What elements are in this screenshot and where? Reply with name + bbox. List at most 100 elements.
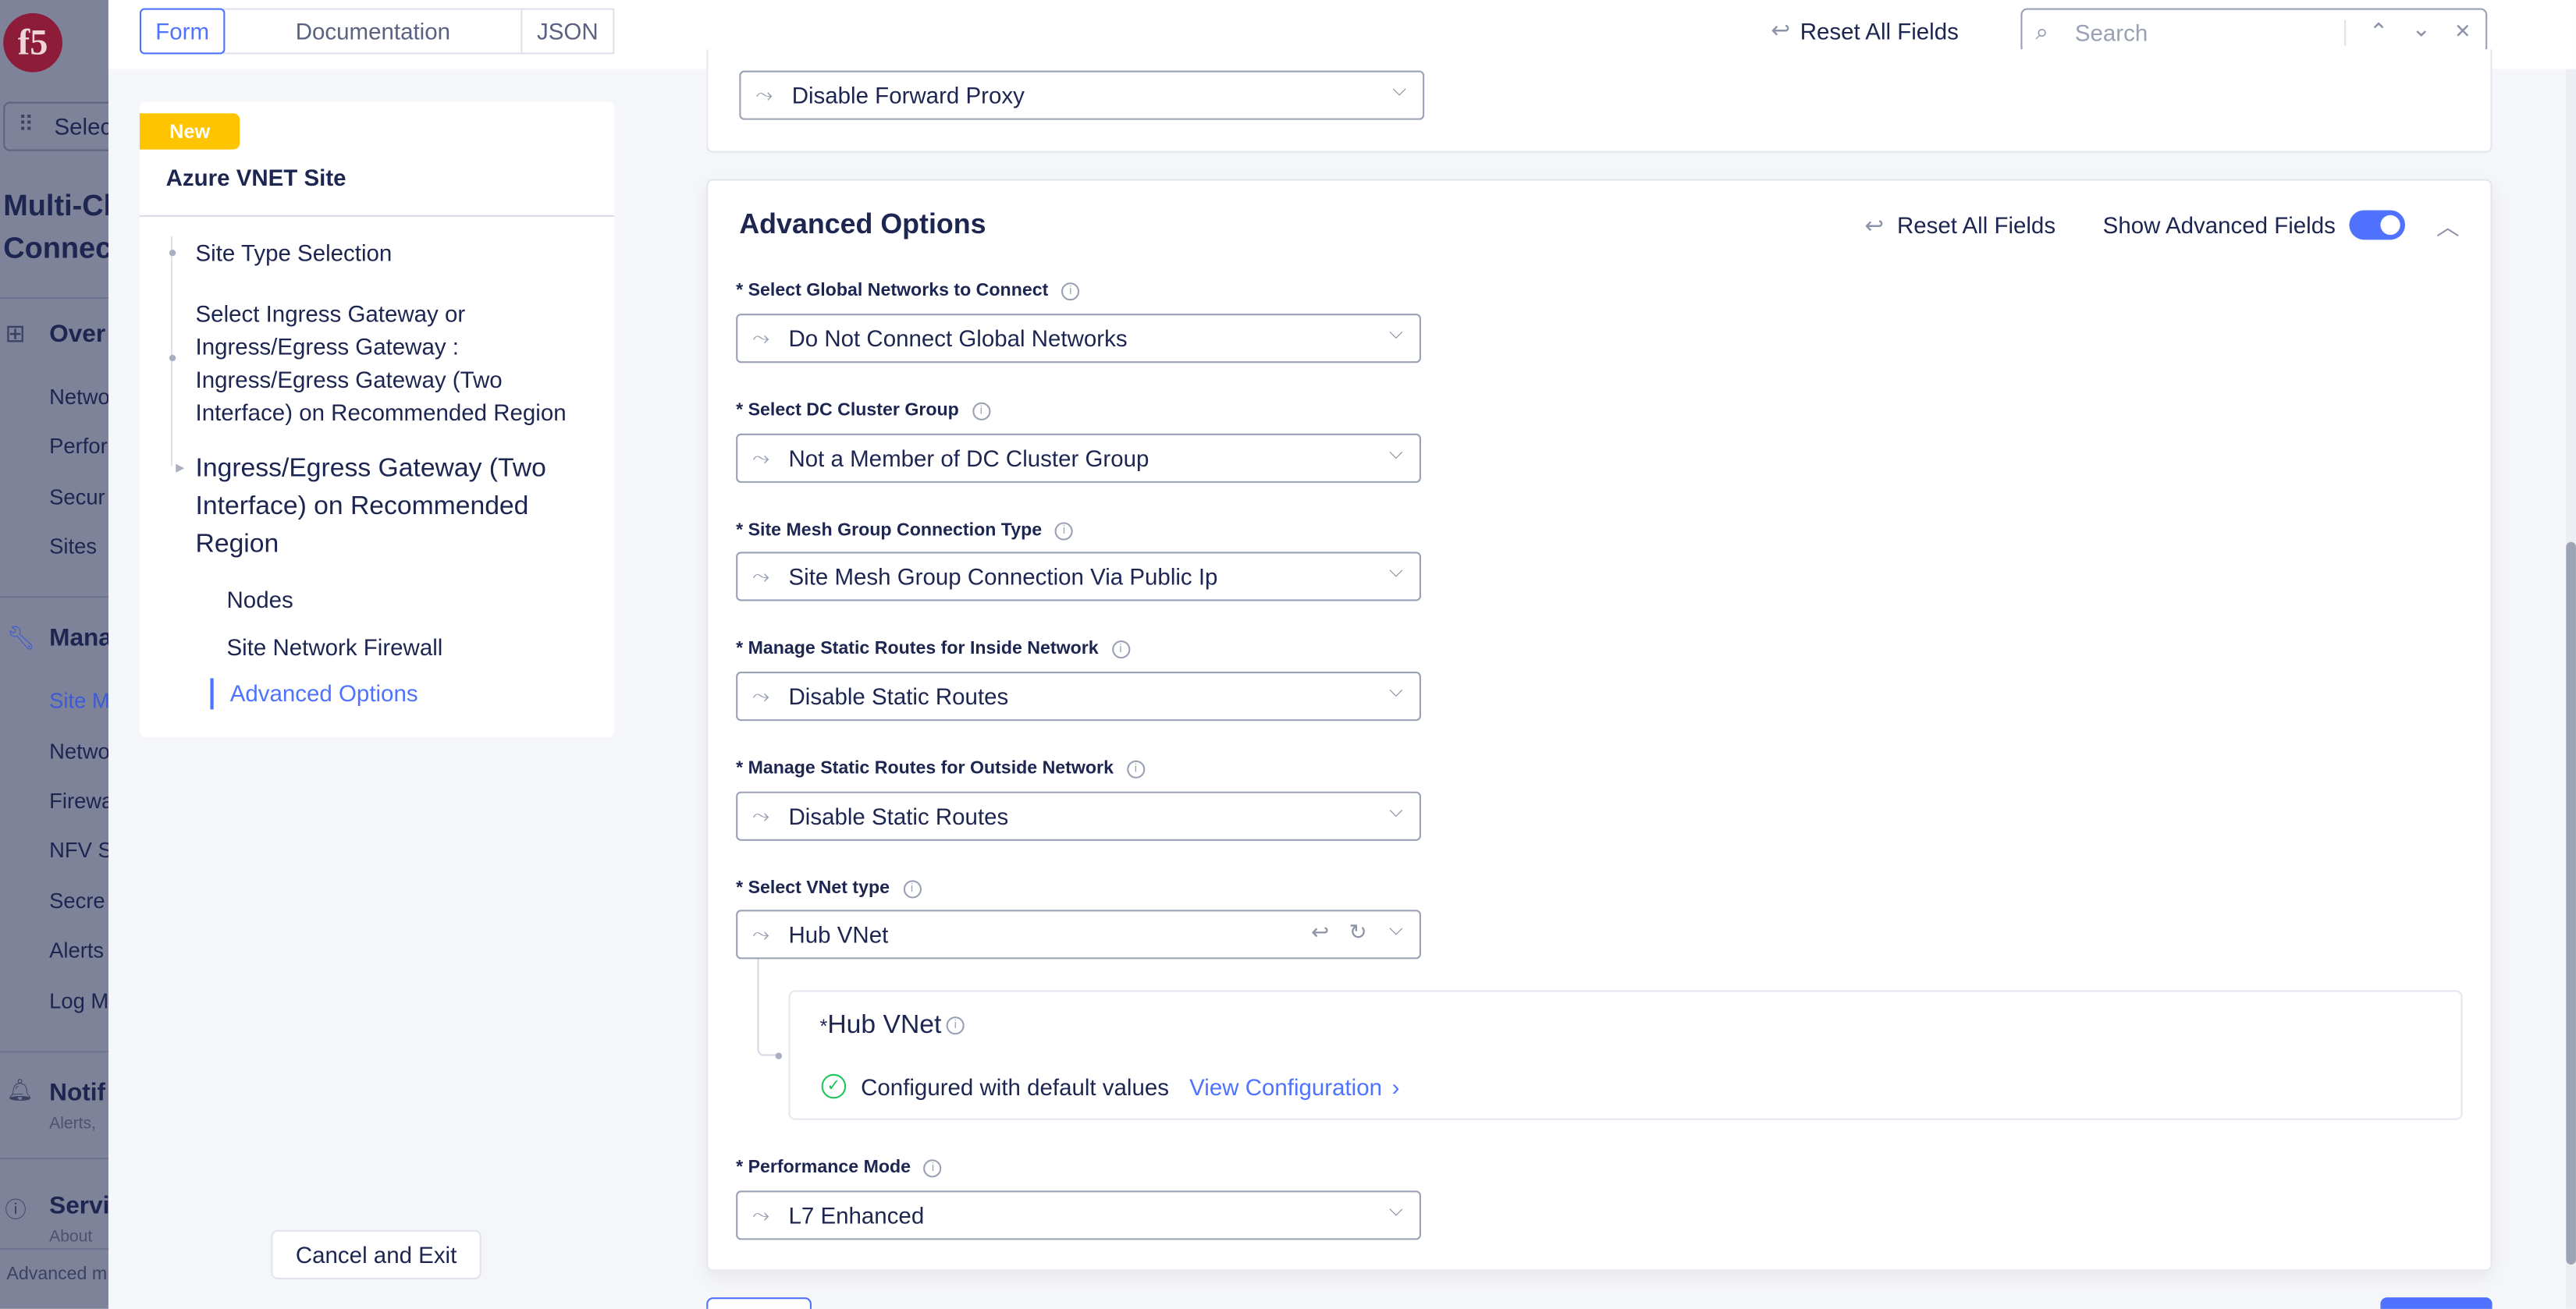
info-icon[interactable]: i xyxy=(1061,282,1080,300)
sidebar-section-notifications: Notif xyxy=(49,1079,106,1107)
vnet-type-select[interactable]: ⤳ Hub VNet ↩ ↻ ⌵ xyxy=(736,910,1421,960)
show-advanced-label: Show Advanced Fields xyxy=(2102,211,2336,239)
next-match-icon[interactable]: ⌄ xyxy=(2411,15,2431,43)
background-sidebar: f5 ⠿ Selec Multi-Cl Connec ⊞ Over Netwo … xyxy=(0,0,108,1309)
select-value: Do Not Connect Global Networks xyxy=(788,325,1128,352)
field-label-vnet-type: * Select VNet type i xyxy=(736,878,922,899)
sidebar-subtitle: Alerts, xyxy=(49,1115,96,1133)
hub-status-text: Configured with default values xyxy=(861,1073,1169,1101)
branch-icon: ⤳ xyxy=(752,921,770,946)
undo-icon: ↩ xyxy=(1771,16,1791,43)
nav-step-current[interactable]: Ingress/Egress Gateway (Two Interface) o… xyxy=(196,450,590,563)
chevron-down-icon: ⌵ xyxy=(1389,919,1403,940)
sidebar-item: Perfor xyxy=(49,433,108,459)
reset-all-fields-top-button[interactable]: ↩ Reset All Fields xyxy=(1771,16,1958,44)
branch-icon: ⤳ xyxy=(752,1202,770,1227)
sidebar-subtitle: About xyxy=(49,1228,93,1247)
select-value: Site Mesh Group Connection Via Public Ip xyxy=(788,563,1218,590)
field-label-inside-routes: * Manage Static Routes for Inside Networ… xyxy=(736,639,1130,658)
branch-icon: ⤳ xyxy=(752,325,770,350)
select-value: Disable Forward Proxy xyxy=(791,82,1025,108)
nav-step-gateway-selection[interactable]: Select Ingress Gateway or Ingress/Egress… xyxy=(196,297,590,428)
global-networks-select[interactable]: ⤳ Do Not Connect Global Networks ⌵ xyxy=(736,314,1421,364)
sidebar-item: Secur xyxy=(49,484,105,509)
view-configuration-link[interactable]: View Configuration › xyxy=(1189,1074,1399,1101)
info-icon[interactable]: i xyxy=(1111,640,1130,658)
sidebar-footer: Advanced m xyxy=(6,1265,108,1285)
select-value: Hub VNet xyxy=(788,921,889,948)
branch-icon: ⤳ xyxy=(752,683,770,708)
field-label-site-mesh: * Site Mesh Group Connection Type i xyxy=(736,520,1074,541)
field-label-dc-cluster: * Select DC Cluster Group i xyxy=(736,401,990,420)
search-input[interactable] xyxy=(2071,16,2375,50)
field-label-outside-routes: * Manage Static Routes for Outside Netwo… xyxy=(736,759,1145,779)
branch-icon: ⤳ xyxy=(755,82,773,107)
tab-documentation[interactable]: Documentation xyxy=(223,8,523,55)
info-icon[interactable]: i xyxy=(1054,521,1074,540)
wrench-icon: 🔧︎ xyxy=(6,623,36,651)
previous-match-icon[interactable]: ⌃ xyxy=(2369,18,2389,46)
site-mesh-select[interactable]: ⤳ Site Mesh Group Connection Via Public I… xyxy=(736,552,1421,601)
branch-icon: ⤳ xyxy=(752,803,770,828)
select-value: Disable Static Routes xyxy=(788,803,1009,830)
chevron-down-icon: ⌵ xyxy=(1389,681,1403,701)
select-label: Selec xyxy=(54,113,108,140)
bell-icon: 🔔︎ xyxy=(6,1077,34,1102)
info-icon[interactable]: i xyxy=(1126,759,1145,779)
dc-cluster-select[interactable]: ⤳ Not a Member of DC Cluster Group ⌵ xyxy=(736,433,1421,483)
nav-sub-nodes[interactable]: Nodes xyxy=(227,587,293,613)
inside-routes-select[interactable]: ⤳ Disable Static Routes ⌵ xyxy=(736,672,1421,722)
info-icon[interactable]: i xyxy=(946,1016,965,1035)
undo-icon: ↩ xyxy=(1864,211,1885,239)
info-icon[interactable]: i xyxy=(923,1158,943,1177)
chevron-down-icon: ⌵ xyxy=(1389,801,1403,821)
f5-logo: f5 xyxy=(3,12,62,73)
hub-vnet-card xyxy=(788,990,2463,1120)
workspace-selector: ⠿ Selec xyxy=(3,101,108,151)
sidebar-section-services: Servi xyxy=(49,1192,108,1221)
wizard-title: Azure VNET Site xyxy=(165,164,346,191)
link-label: View Configuration xyxy=(1189,1073,1383,1101)
scrollbar-thumb[interactable] xyxy=(2566,541,2576,1265)
current-step-arrow-icon: ▶ xyxy=(176,463,185,475)
outside-routes-select[interactable]: ⤳ Disable Static Routes ⌵ xyxy=(736,791,1421,841)
chevron-right-icon: › xyxy=(1391,1073,1400,1101)
forward-proxy-select[interactable]: ⤳ Disable Forward Proxy ⌵ xyxy=(739,70,1425,120)
info-icon[interactable]: i xyxy=(902,879,922,898)
close-icon[interactable]: ✕ xyxy=(2454,20,2471,42)
info-icon: ⓘ xyxy=(5,1197,27,1222)
sidebar-item: Netwo xyxy=(49,739,108,764)
app-title: Multi-Cl xyxy=(3,189,108,222)
tab-form[interactable]: Form xyxy=(139,8,226,55)
nav-sub-firewall[interactable]: Site Network Firewall xyxy=(227,634,443,661)
refresh-icon[interactable]: ↻ xyxy=(1349,920,1367,946)
section-title: Advanced Options xyxy=(739,208,986,240)
next-button[interactable] xyxy=(2380,1297,2493,1309)
tab-json[interactable]: JSON xyxy=(521,8,615,55)
sidebar-section-manage: Mana xyxy=(49,623,108,652)
info-icon[interactable]: i xyxy=(972,401,990,420)
check-circle-icon: ✓ xyxy=(821,1073,847,1099)
sidebar-item: Firewa xyxy=(49,788,108,814)
app-title-2: Connec xyxy=(3,231,108,264)
cancel-and-exit-button[interactable]: Cancel and Exit xyxy=(271,1229,481,1279)
chevron-down-icon: ⌵ xyxy=(1389,1200,1403,1221)
collapse-chevron-up-icon[interactable]: ︿ xyxy=(2436,210,2459,243)
branch-icon: ⤳ xyxy=(752,445,770,470)
branch-icon: ⤳ xyxy=(752,563,770,588)
reset-field-icon[interactable]: ↩ xyxy=(1311,920,1329,946)
sidebar-item: Netwo xyxy=(49,384,108,410)
performance-mode-select[interactable]: ⤳ L7 Enhanced ⌵ xyxy=(736,1190,1421,1240)
chevron-down-icon: ⌵ xyxy=(1389,443,1403,463)
show-advanced-toggle[interactable] xyxy=(2349,210,2406,240)
nav-step-site-type[interactable]: Site Type Selection xyxy=(196,236,590,269)
back-button[interactable] xyxy=(706,1297,812,1309)
sidebar-item: Secre xyxy=(49,888,105,913)
nav-sub-advanced-options[interactable]: Advanced Options xyxy=(230,680,418,707)
chevron-down-icon: ⌵ xyxy=(1392,80,1407,101)
select-value: Not a Member of DC Cluster Group xyxy=(788,445,1149,472)
sidebar-item: Sites xyxy=(49,534,98,559)
reset-all-fields-button[interactable]: ↩ Reset All Fields xyxy=(1864,212,2055,240)
field-label-performance-mode: * Performance Mode i xyxy=(736,1158,943,1177)
search-icon: ⌕ xyxy=(2035,18,2048,44)
